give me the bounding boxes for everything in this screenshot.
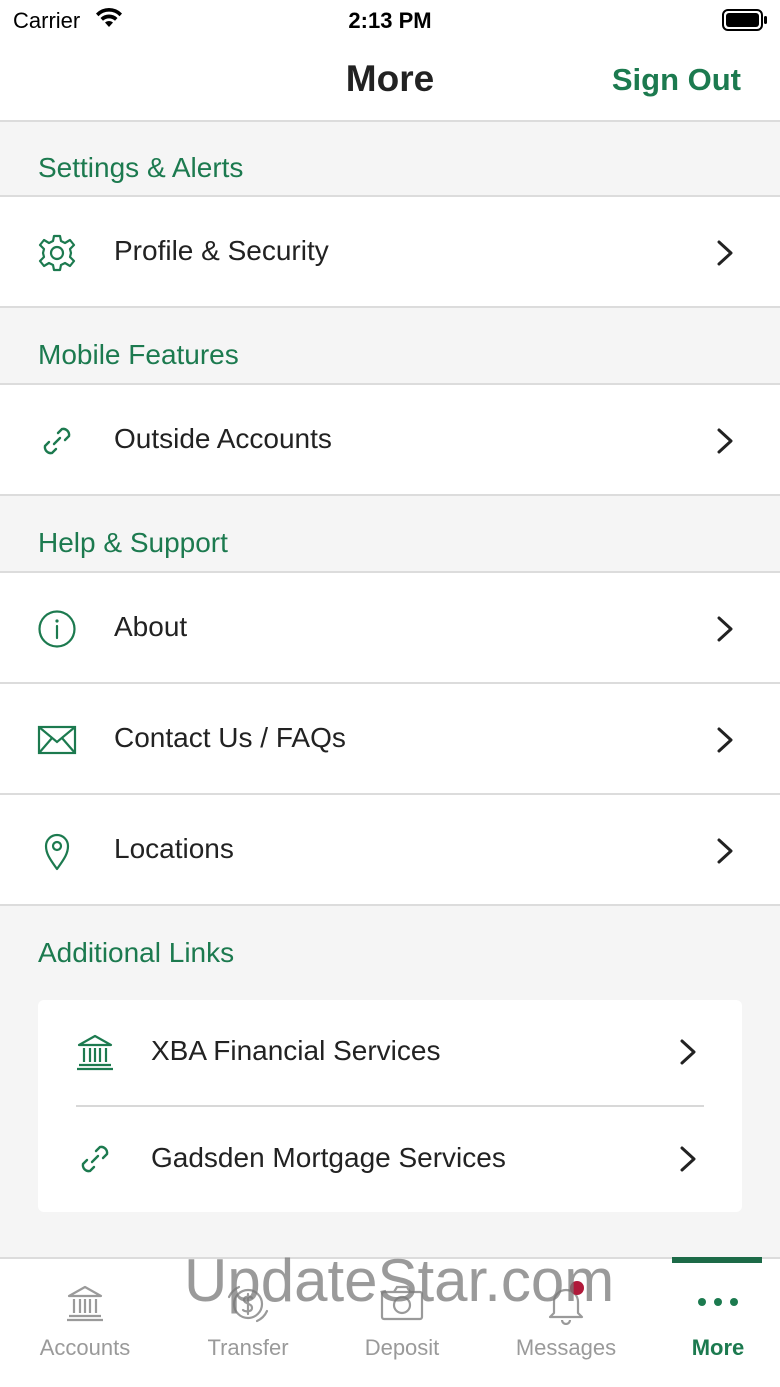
bell-icon [546, 1281, 586, 1330]
active-tab-indicator [672, 1257, 762, 1263]
row-label: Locations [114, 833, 234, 864]
section-title: Settings & Alerts [38, 152, 244, 183]
tab-transfer[interactable]: Transfer [170, 1259, 326, 1387]
link-label: Gadsden Mortgage Services [151, 1142, 506, 1173]
link-icon [75, 1139, 115, 1179]
status-bar: Carrier 2:13 PM [0, 0, 780, 40]
chevron-right-icon [715, 615, 735, 648]
link-icon [37, 421, 77, 461]
section-title: Additional Links [38, 937, 235, 968]
info-icon [37, 609, 77, 649]
tab-bar: Accounts Transfer Deposit Messages More [0, 1257, 780, 1387]
tab-more[interactable]: More [640, 1257, 780, 1387]
section-title: Help & Support [38, 527, 228, 558]
tab-messages[interactable]: Messages [488, 1259, 644, 1387]
tab-accounts[interactable]: Accounts [7, 1259, 163, 1387]
row-label: Outside Accounts [114, 423, 332, 454]
chevron-right-icon [715, 726, 735, 759]
tab-deposit[interactable]: Deposit [324, 1259, 480, 1387]
section-header-help: Help & Support [0, 496, 780, 573]
tab-label: Transfer [207, 1335, 289, 1360]
mail-icon [37, 720, 77, 760]
battery-icon [722, 9, 768, 36]
row-label: Profile & Security [114, 235, 329, 266]
row-about[interactable]: About [0, 573, 780, 684]
notification-badge-dot [570, 1281, 584, 1295]
sign-out-button[interactable]: Sign Out [612, 62, 741, 98]
clock: 2:13 PM [348, 8, 432, 33]
link-label: XBA Financial Services [151, 1035, 441, 1066]
section-header-additional: Additional Links [0, 906, 780, 982]
chevron-right-icon [715, 837, 735, 870]
bank-icon [75, 1032, 115, 1072]
tab-label: Messages [515, 1335, 617, 1360]
section-header-settings: Settings & Alerts [0, 122, 780, 197]
section-title: Mobile Features [38, 339, 239, 370]
camera-icon [379, 1283, 425, 1328]
row-label: About [114, 611, 188, 642]
tab-label: More [691, 1335, 745, 1360]
link-xba-financial[interactable]: XBA Financial Services [38, 1000, 742, 1106]
more-dots-icon [696, 1295, 740, 1313]
link-gadsden-mortgage[interactable]: Gadsden Mortgage Services [38, 1107, 742, 1213]
row-locations[interactable]: Locations [0, 795, 780, 906]
location-pin-icon [37, 831, 77, 871]
chevron-right-icon [715, 427, 735, 460]
section-header-mobile: Mobile Features [0, 308, 780, 385]
gear-icon [37, 233, 77, 273]
row-label: Contact Us / FAQs [114, 722, 346, 753]
row-profile-security[interactable]: Profile & Security [0, 197, 780, 308]
row-outside-accounts[interactable]: Outside Accounts [0, 385, 780, 496]
tab-label: Deposit [364, 1335, 440, 1360]
transfer-dollar-icon [225, 1283, 271, 1330]
chevron-right-icon [678, 1038, 698, 1071]
bank-icon [65, 1283, 105, 1328]
tab-label: Accounts [39, 1335, 131, 1360]
chevron-right-icon [715, 239, 735, 272]
additional-links-card: XBA Financial Services Gadsden Mortgage … [38, 1000, 742, 1212]
row-contact-faqs[interactable]: Contact Us / FAQs [0, 684, 780, 795]
chevron-right-icon [678, 1145, 698, 1178]
navigation-bar: More Sign Out [0, 40, 780, 122]
